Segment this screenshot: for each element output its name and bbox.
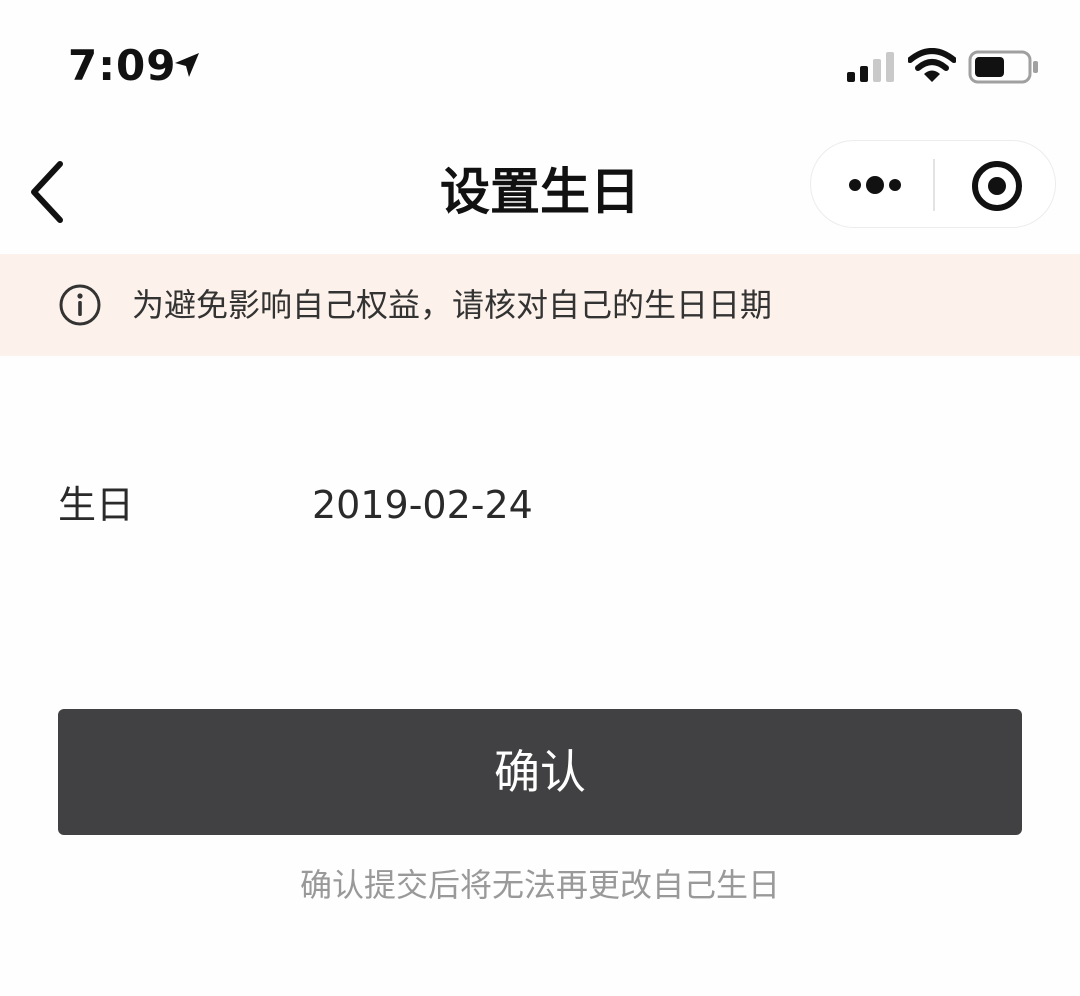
status-time: 7:09 [68, 41, 177, 90]
close-button[interactable] [937, 141, 1055, 227]
birthday-row: 生日 2019-02-24 [0, 460, 1080, 550]
capsule-divider [933, 159, 935, 211]
birthday-label: 生日 [58, 483, 135, 527]
status-bar: 7:09 [0, 0, 1080, 130]
location-arrow-icon [175, 53, 199, 77]
confirm-hint: 确认提交后将无法再更改自己生日 [299, 866, 780, 904]
confirm-button[interactable]: 确认 [58, 709, 1022, 835]
close-target-icon [972, 161, 1022, 211]
notice-banner: 为避免影响自己权益，请核对自己的生日日期 [0, 254, 1080, 356]
navigation-bar: 设置生日 [0, 130, 1080, 254]
info-icon [59, 284, 101, 326]
notice-text: 为避免影响自己权益，请核对自己的生日日期 [132, 286, 773, 324]
wifi-icon [908, 48, 956, 82]
birthday-value-picker[interactable]: 2019-02-24 [312, 460, 533, 550]
more-button[interactable] [811, 141, 935, 227]
battery-icon [968, 50, 1038, 84]
more-dots-icon [849, 176, 901, 194]
mini-program-capsule [810, 140, 1056, 228]
cellular-signal-icon [847, 52, 894, 82]
